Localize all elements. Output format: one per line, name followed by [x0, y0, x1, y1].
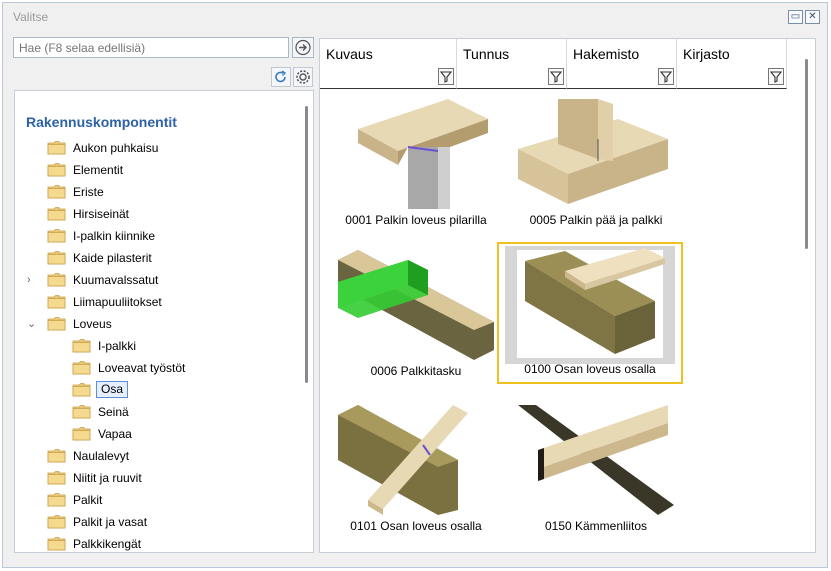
- tree-item-label: I-palkki: [98, 339, 137, 353]
- gear-icon: [296, 70, 310, 84]
- tree-item-label: Elementit: [73, 163, 124, 177]
- component-tree: Rakennuskomponentit Aukon puhkaisu Elemen…: [14, 90, 314, 553]
- folder-icon: [47, 228, 66, 243]
- folder-icon: [47, 514, 66, 529]
- thumbnail-caption: 0150 Kämmenliitos: [544, 519, 648, 533]
- filter-icon[interactable]: [548, 68, 564, 85]
- component-image: [518, 99, 668, 204]
- tree-item-label: Kaide pilasterit: [73, 251, 152, 265]
- folder-icon: [47, 294, 66, 309]
- folder-icon: [47, 162, 66, 177]
- folder-icon: [72, 382, 91, 397]
- column-title: Hakemisto: [573, 46, 640, 62]
- search-input[interactable]: [13, 37, 289, 58]
- thumbnail-caption: 0005 Palkin pää ja palkki: [529, 213, 663, 227]
- folder-icon: [47, 316, 66, 331]
- component-thumbnail[interactable]: 0001 Palkin loveus pilarilla: [326, 95, 506, 235]
- tree-item-label: Palkit: [73, 493, 103, 507]
- chevron-down-icon[interactable]: ⌄: [27, 319, 37, 330]
- folder-icon: [72, 426, 91, 441]
- dock-button[interactable]: ▭: [788, 10, 803, 24]
- tree-item-label: Naulalevyt: [73, 449, 130, 463]
- thumbnail-caption: 0001 Palkin loveus pilarilla: [345, 213, 487, 227]
- thumbnail-caption: 0101 Osan loveus osalla: [350, 519, 482, 533]
- folder-icon: [72, 360, 91, 375]
- component-thumbnail[interactable]: 0101 Osan loveus osalla: [326, 401, 506, 541]
- gallery-scrollbar[interactable]: [805, 59, 808, 249]
- tree-item-label: Loveavat työstöt: [98, 361, 186, 375]
- tree-scrollbar[interactable]: [305, 106, 308, 383]
- tree-item-label: Eriste: [73, 185, 104, 199]
- folder-icon: [47, 448, 66, 463]
- column-hakemisto[interactable]: Hakemisto: [567, 39, 677, 89]
- column-kirjasto[interactable]: Kirjasto: [677, 39, 787, 89]
- refresh-icon: [275, 70, 287, 83]
- tree-heading: Rakennuskomponentit: [26, 114, 177, 130]
- chevron-right-icon[interactable]: ›: [27, 275, 37, 286]
- component-gallery: Kuvaus Tunnus Hakemisto Kirjasto 0001 Pa…: [319, 38, 816, 553]
- tree-item-label: I-palkin kiinnike: [73, 229, 156, 243]
- title-bar: Valitse ▭ ✕: [3, 3, 827, 31]
- tree-item-label: Kuumavalssatut: [73, 273, 159, 287]
- component-thumbnail[interactable]: 0006 Palkkitasku: [326, 246, 506, 386]
- window-title: Valitse: [13, 10, 49, 24]
- tree-item-label: Palkkikengät: [73, 537, 142, 551]
- component-image: [338, 405, 468, 515]
- folder-icon: [47, 272, 66, 287]
- folder-icon: [47, 470, 66, 485]
- filter-icon[interactable]: [768, 68, 784, 85]
- column-title: Kirjasto: [683, 46, 730, 62]
- tree-item-label: Hirsiseinät: [73, 207, 130, 221]
- component-thumbnail[interactable]: 0150 Kämmenliitos: [506, 401, 686, 541]
- tree-item-label: Palkit ja vasat: [73, 515, 148, 529]
- folder-icon: [47, 206, 66, 221]
- column-tunnus[interactable]: Tunnus: [457, 39, 567, 89]
- column-title: Tunnus: [463, 46, 510, 62]
- close-button[interactable]: ✕: [805, 10, 820, 24]
- search-go-button[interactable]: [292, 37, 314, 58]
- folder-icon: [72, 338, 91, 353]
- folder-icon: [72, 404, 91, 419]
- component-thumbnail-selected[interactable]: 0100 Osan loveus osalla: [497, 242, 683, 384]
- thumbnail-caption: 0006 Palkkitasku: [370, 364, 462, 378]
- tree-item-label: Aukon puhkaisu: [73, 141, 159, 155]
- folder-icon: [47, 250, 66, 265]
- tree-item-label: Vapaa: [98, 427, 132, 441]
- component-thumbnail[interactable]: 0005 Palkin pää ja palkki: [506, 95, 686, 235]
- component-image: [338, 250, 494, 360]
- column-title: Kuvaus: [326, 46, 373, 62]
- tree-item-label: Loveus: [73, 317, 112, 331]
- settings-button[interactable]: [293, 67, 313, 87]
- folder-icon: [47, 140, 66, 155]
- component-image: [358, 99, 488, 209]
- folder-icon: [47, 536, 66, 551]
- tree-item-label: Osa: [96, 381, 129, 398]
- column-kuvaus[interactable]: Kuvaus: [320, 39, 457, 89]
- component-image: [505, 246, 675, 364]
- tree-item-label: Liimapuuliitokset: [73, 295, 162, 309]
- folder-icon: [47, 184, 66, 199]
- folder-icon: [47, 492, 66, 507]
- component-image: [518, 405, 674, 515]
- tree-item-label: Seinä: [98, 405, 129, 419]
- tree-item-label: Niitit ja ruuvit: [73, 471, 142, 485]
- thumbnail-caption: 0100 Osan loveus osalla: [524, 362, 656, 376]
- filter-icon[interactable]: [438, 68, 454, 85]
- filter-icon[interactable]: [658, 68, 674, 85]
- refresh-button[interactable]: [271, 67, 291, 87]
- arrow-right-icon: [295, 39, 311, 56]
